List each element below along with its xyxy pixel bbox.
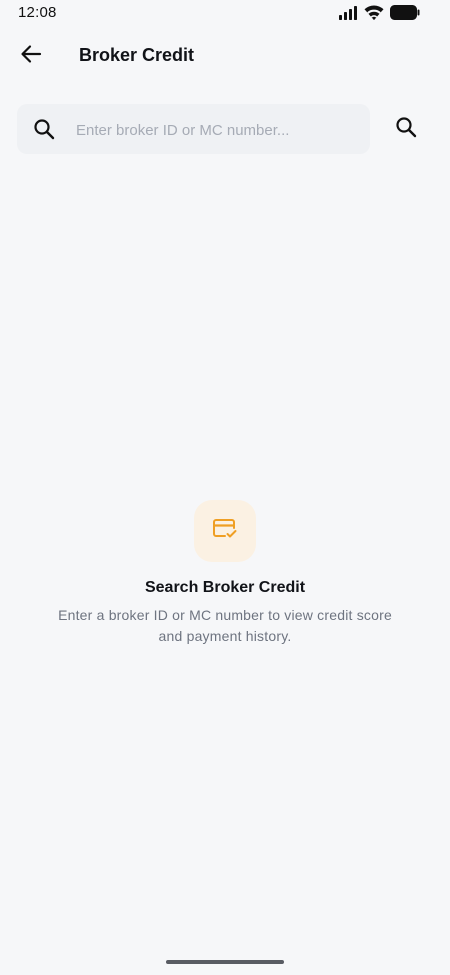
- empty-state-icon-container: [194, 500, 256, 562]
- search-icon: [33, 118, 55, 140]
- status-time: 12:08: [18, 4, 57, 21]
- battery-icon: [390, 5, 420, 25]
- empty-state-description: Enter a broker ID or MC number to view c…: [58, 607, 392, 644]
- status-bar: 12:08: [0, 0, 450, 26]
- credit-card-check-icon: [212, 518, 238, 545]
- search-icon: [395, 116, 417, 143]
- search-input[interactable]: [74, 104, 358, 156]
- arrow-left-icon: [20, 43, 42, 70]
- app-bar: Broker Credit: [0, 30, 450, 82]
- search-field[interactable]: [17, 104, 370, 156]
- signal-icon: [339, 5, 358, 25]
- empty-state: Search Broker Credit Enter a broker ID o…: [0, 500, 450, 647]
- home-indicator: [166, 960, 284, 964]
- wifi-icon: [364, 5, 384, 25]
- empty-state-title: Search Broker Credit: [144, 579, 306, 596]
- search-button[interactable]: [390, 113, 422, 145]
- back-button[interactable]: [14, 40, 48, 72]
- page-title: Broker Credit: [79, 45, 195, 65]
- status-icons: [339, 5, 420, 25]
